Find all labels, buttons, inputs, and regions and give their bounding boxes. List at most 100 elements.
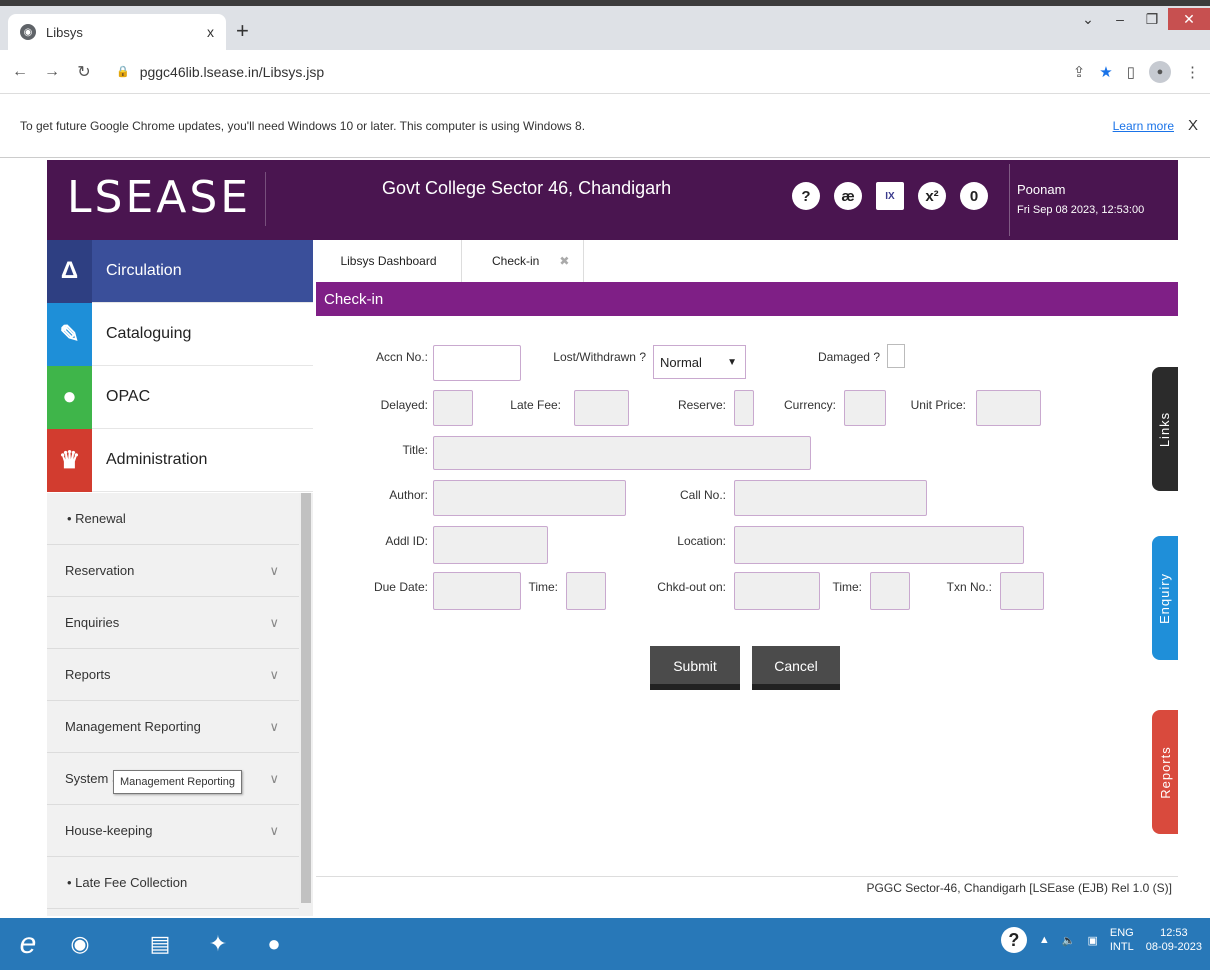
chkd-out-on-label: Chkd-out on: — [657, 580, 726, 594]
menu-reservation[interactable]: Reservation ∨ — [47, 545, 299, 597]
menu-label: Management Reporting — [65, 719, 201, 734]
scrollbar-thumb[interactable] — [301, 493, 311, 903]
profile-avatar-icon[interactable]: ● — [1149, 60, 1171, 83]
time-label: Time: — [832, 580, 862, 594]
lost-withdrawn-select[interactable]: Normal ▼ — [653, 345, 746, 379]
module-label: Cataloguing — [106, 325, 192, 342]
unit-price-field — [976, 390, 1041, 426]
menu-house-keeping[interactable]: House-keeping ∨ — [47, 805, 299, 857]
restore-icon[interactable]: ❐ — [1136, 11, 1168, 28]
formula-icon[interactable]: x² — [918, 182, 946, 210]
cancel-button[interactable]: Cancel — [752, 646, 840, 690]
addl-id-label: Addl ID: — [385, 534, 428, 548]
clock[interactable]: 12:53 08-09-2023 — [1146, 926, 1202, 954]
tab-check-in[interactable]: Check-in ✖ — [462, 240, 584, 282]
accn-no-label: Accn No.: — [375, 350, 428, 364]
college-name: Govt College Sector 46, Chandigarh — [382, 178, 672, 198]
infobar-close-icon[interactable]: X — [1188, 117, 1198, 134]
side-tab-label: Links — [1157, 411, 1173, 447]
module-administration[interactable]: ♛ Administration — [47, 428, 313, 492]
circulation-submenu: • Renewal Reservation ∨ Enquiries ∨ Report… — [47, 493, 299, 916]
module-cataloguing[interactable]: ✎ Cataloguing — [47, 302, 313, 366]
share-icon[interactable]: ⇪ — [1073, 63, 1086, 81]
damaged-label: Damaged ? — [817, 350, 880, 364]
menu-enquiries[interactable]: Enquiries ∨ — [47, 597, 299, 649]
menu-late-fee-collection[interactable]: • Late Fee Collection — [47, 857, 299, 909]
new-tab-button[interactable]: + — [236, 18, 249, 44]
browser-tab[interactable]: ◉ Libsys x — [8, 14, 226, 50]
learn-more-link[interactable]: Learn more — [1113, 119, 1174, 133]
content-tabs: Libsys Dashboard Check-in ✖ — [316, 240, 584, 282]
side-tab-links[interactable]: Links — [1152, 367, 1178, 491]
help-icon[interactable]: ? — [792, 182, 820, 210]
txn-no-label: Txn No.: — [946, 580, 992, 594]
page-title: Check-in — [316, 282, 1178, 316]
close-icon[interactable]: ✖ — [559, 254, 569, 268]
tab-libsys-dashboard[interactable]: Libsys Dashboard — [316, 240, 462, 282]
module-label: Administration — [106, 451, 208, 468]
lock-icon: 🔒 — [116, 66, 130, 78]
update-infobar: To get future Google Chrome updates, you… — [0, 94, 1210, 158]
opac-icon: ● — [47, 365, 92, 429]
close-tab-icon[interactable]: x — [207, 24, 214, 40]
reserve-label: Reserve: — [677, 398, 726, 412]
module-circulation[interactable]: Δ Circulation — [47, 240, 313, 303]
tab-label: Check-in — [492, 254, 540, 268]
help-icon[interactable]: ? — [1000, 927, 1027, 953]
side-tab-label: Enquiry — [1157, 572, 1173, 624]
clock-time: 12:53 — [1160, 927, 1188, 939]
main-panel: Libsys Dashboard Check-in ✖ Check-in Acc… — [316, 240, 1178, 916]
side-panel-icon[interactable]: ▯ — [1127, 63, 1135, 81]
firefox-icon[interactable]: ● — [256, 926, 292, 962]
notification-count-icon[interactable]: 0 — [960, 182, 988, 210]
sidebar-scrollbar[interactable] — [299, 493, 313, 916]
accn-no-input[interactable] — [433, 345, 521, 381]
lang-top: ENG — [1109, 927, 1134, 939]
addl-id-field — [433, 526, 548, 564]
reserve-field — [734, 390, 754, 426]
url-field[interactable]: 🔒 pggc46lib.lsease.in/Libsys.jsp — [116, 64, 324, 80]
app-shortcut-icon[interactable]: ✦ — [200, 926, 236, 962]
module-opac[interactable]: ● OPAC — [47, 365, 313, 429]
menu-kebab-icon[interactable]: ⋮ — [1185, 63, 1200, 81]
address-bar: ← → ↻ 🔒 pggc46lib.lsease.in/Libsys.jsp ⇪… — [0, 50, 1210, 94]
location-label: Location: — [677, 534, 726, 548]
minimize-icon[interactable]: – — [1104, 11, 1136, 27]
bookmark-star-icon[interactable]: ★ — [1099, 63, 1112, 81]
volume-icon[interactable]: 🔈 — [1062, 934, 1076, 947]
index-icon[interactable]: IX — [876, 182, 904, 210]
side-tab-enquiry[interactable]: Enquiry — [1152, 536, 1178, 660]
menu-reports[interactable]: Reports ∨ — [47, 649, 299, 701]
chevron-down-icon[interactable]: ⌄ — [1072, 11, 1104, 28]
due-time-field — [566, 572, 606, 610]
network-icon[interactable]: ▣ — [1087, 934, 1097, 947]
reload-icon[interactable]: ↻ — [72, 62, 96, 82]
internet-explorer-icon[interactable]: e — [10, 926, 46, 962]
back-icon[interactable]: ← — [8, 63, 32, 81]
location-field — [734, 526, 1024, 564]
chevron-down-icon: ∨ — [269, 614, 279, 630]
user-name[interactable]: Poonam — [1017, 182, 1065, 197]
submit-button[interactable]: Submit — [650, 646, 740, 690]
menu-label: Reports — [65, 667, 111, 682]
tooltip: Management Reporting — [113, 770, 242, 794]
author-label: Author: — [389, 488, 428, 502]
delayed-field — [433, 390, 473, 426]
file-explorer-icon[interactable]: ▤ — [142, 926, 178, 962]
forward-icon[interactable]: → — [40, 63, 64, 81]
language-indicator[interactable]: ENG INTL — [1110, 926, 1134, 954]
call-no-field — [734, 480, 927, 516]
browser-tab-title: Libsys — [46, 24, 83, 40]
menu-label: • Renewal — [67, 511, 126, 526]
menu-management-reporting[interactable]: Management Reporting ∨ — [47, 701, 299, 753]
tray-arrow-icon[interactable]: ▲ — [1039, 934, 1050, 946]
module-label: OPAC — [106, 388, 151, 405]
close-window-icon[interactable]: ✕ — [1168, 8, 1210, 30]
chevron-down-icon: ∨ — [269, 562, 279, 578]
menu-renewal[interactable]: • Renewal — [47, 493, 299, 545]
currency-label: Currency: — [783, 398, 836, 412]
special-characters-icon[interactable]: ӕ — [834, 182, 862, 210]
side-tab-reports[interactable]: Reports — [1152, 710, 1178, 834]
chrome-icon[interactable]: ◉ — [62, 926, 98, 962]
damaged-checkbox[interactable] — [887, 344, 905, 368]
